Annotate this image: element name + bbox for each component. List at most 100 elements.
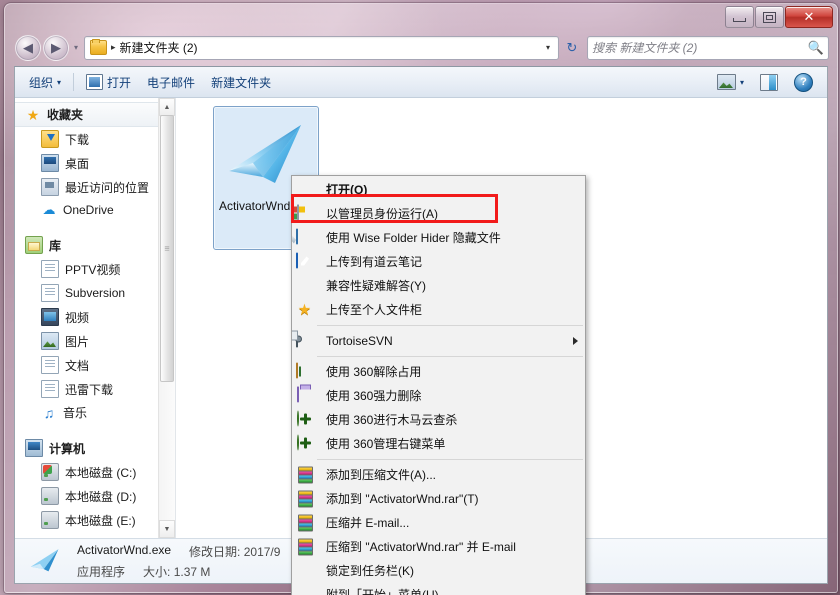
winrar-icon	[296, 466, 313, 484]
winrar-icon	[296, 538, 313, 556]
menu-item-360-trojan-scan[interactable]: 使用 360进行木马云查杀	[292, 408, 585, 432]
menu-item-label: 使用 360进行木马云查杀	[326, 413, 458, 427]
details-file-type: 应用程序	[77, 564, 126, 579]
details-modified: 修改日期: 2017/9	[189, 543, 280, 560]
menu-item-360-unlock[interactable]: 使用 360解除占用	[292, 360, 585, 384]
music-icon: ♫	[43, 404, 55, 421]
search-icon: 🔍	[807, 39, 824, 55]
menu-item-pin-to-taskbar[interactable]: 锁定到任务栏(K)	[292, 559, 585, 583]
menu-item-tortoisesvn[interactable]: TortoiseSVN	[292, 329, 585, 353]
menu-item-360-manage-context-menu[interactable]: 使用 360管理右键菜单	[292, 432, 585, 456]
sidebar-item-label: 桌面	[65, 156, 90, 171]
menu-item-run-as-administrator[interactable]: 以管理员身份运行(A)	[292, 202, 585, 226]
menu-item-360-force-delete[interactable]: 使用 360强力删除	[292, 384, 585, 408]
sidebar-item-pptv[interactable]: PPTV视频	[15, 257, 175, 281]
maximize-button[interactable]	[755, 6, 784, 28]
open-button[interactable]: 打开	[78, 71, 139, 94]
sidebar-item-label: 视频	[65, 310, 90, 325]
sidebar-item-subversion[interactable]: Subversion	[15, 281, 175, 305]
help-button[interactable]: ?	[786, 70, 821, 95]
sidebar-item-label: 本地磁盘 (C:)	[65, 465, 137, 480]
menu-item-label: 使用 360解除占用	[326, 365, 422, 379]
sidebar-item-pictures[interactable]: 图片	[15, 329, 175, 353]
breadcrumb-path[interactable]: 新建文件夹 (2)	[120, 39, 198, 56]
sidebar-item-thunder-downloads[interactable]: 迅雷下载	[15, 377, 175, 401]
navigation-scrollbar[interactable]: ▲ ▼	[158, 98, 175, 538]
change-view-button[interactable]: ▾	[709, 71, 752, 93]
sidebar-item-videos[interactable]: 视频	[15, 305, 175, 329]
sidebar-item-drive-c[interactable]: 本地磁盘 (C:)	[15, 460, 175, 484]
recent-places-icon	[41, 178, 59, 196]
address-dropdown-icon[interactable]: ▾	[540, 43, 556, 52]
system-drive-icon	[41, 463, 59, 481]
details-size-value: 1.37 M	[173, 564, 211, 579]
sidebar-group-computer[interactable]: 计算机	[15, 436, 175, 460]
forward-button[interactable]: ▶	[43, 34, 69, 61]
menu-item-upload-personal-cabinet[interactable]: ★ 上传至个人文件柜	[292, 298, 585, 322]
sidebar-item-label: 最近访问的位置	[65, 180, 150, 195]
star-upload-icon: ★	[297, 301, 312, 319]
preview-pane-button[interactable]	[752, 71, 786, 94]
search-input-placeholder[interactable]: 搜索 新建文件夹 (2)	[592, 39, 808, 56]
sidebar-item-label: 本地磁盘 (D:)	[65, 489, 137, 504]
desktop-icon	[41, 154, 59, 172]
details-modified-label: 修改日期:	[189, 544, 241, 559]
minimize-button[interactable]	[725, 6, 754, 28]
refresh-button[interactable]: ↻	[561, 37, 583, 59]
sidebar-group-favorites[interactable]: ★ 收藏夹	[15, 102, 175, 127]
details-size: 大小: 1.37 M	[143, 563, 210, 580]
sidebar-item-label: 本地磁盘 (E:)	[65, 513, 136, 528]
email-label: 电子邮件	[147, 75, 196, 90]
menu-item-upload-youdao[interactable]: 上传到有道云笔记	[292, 250, 585, 274]
sidebar-item-label: 下载	[65, 132, 90, 147]
preview-pane-icon	[760, 73, 778, 91]
winrar-icon	[296, 490, 313, 508]
360-scan-icon	[296, 434, 313, 453]
menu-item-pin-to-start-menu[interactable]: 附到「开始」菜单(U)	[292, 583, 585, 595]
sidebar-item-recent-places[interactable]: 最近访问的位置	[15, 175, 175, 199]
organize-button[interactable]: 组织 ▾	[21, 71, 69, 94]
sidebar-group-libraries[interactable]: 库	[15, 233, 175, 257]
menu-item-wise-folder-hider[interactable]: 使用 Wise Folder Hider 隐藏文件	[292, 226, 585, 250]
tortoise-icon	[296, 331, 313, 350]
menu-item-compress-and-email[interactable]: 压缩并 E-mail...	[292, 511, 585, 535]
details-line-2: 应用程序 大小: 1.37 M	[77, 563, 280, 580]
menu-item-label: 使用 360管理右键菜单	[326, 437, 446, 451]
sidebar-item-music[interactable]: ♫ 音乐	[15, 401, 175, 424]
recent-pages-button[interactable]: ▾	[70, 43, 82, 52]
chevron-down-icon: ▾	[73, 43, 78, 52]
menu-item-open[interactable]: 打开(O)	[292, 178, 585, 202]
wise-folder-hider-icon	[296, 228, 313, 247]
scroll-up-button[interactable]: ▲	[159, 98, 175, 116]
close-button[interactable]: ✕	[785, 6, 833, 28]
details-size-label: 大小:	[143, 564, 171, 579]
search-box[interactable]: 搜索 新建文件夹 (2) 🔍	[587, 35, 829, 60]
computer-icon	[25, 439, 43, 457]
menu-item-compatibility-troubleshoot[interactable]: 兼容性疑难解答(Y)	[292, 274, 585, 298]
open-label: 打开	[107, 75, 132, 90]
new-folder-label: 新建文件夹	[211, 75, 272, 90]
sidebar-item-label: 图片	[65, 334, 90, 349]
menu-item-add-to-archive[interactable]: 添加到压缩文件(A)...	[292, 463, 585, 487]
menu-item-compress-named-and-email[interactable]: 压缩到 "ActivatorWnd.rar" 并 E-mail	[292, 535, 585, 559]
menu-separator	[317, 459, 583, 460]
menu-item-label: TortoiseSVN	[326, 334, 393, 348]
email-button[interactable]: 电子邮件	[139, 71, 203, 94]
scrollbar-thumb[interactable]	[160, 115, 174, 382]
sidebar-item-drive-e[interactable]: 本地磁盘 (E:)	[15, 508, 175, 532]
menu-item-add-to-named-archive[interactable]: 添加到 "ActivatorWnd.rar"(T)	[292, 487, 585, 511]
context-menu[interactable]: 打开(O) 以管理员身份运行(A) 使用 Wise Folder Hider 隐…	[291, 175, 586, 595]
new-folder-button[interactable]: 新建文件夹	[203, 71, 279, 94]
back-button[interactable]: ◀	[15, 34, 41, 61]
sidebar-group-label: 收藏夹	[47, 108, 84, 122]
sidebar-item-documents[interactable]: 文档	[15, 353, 175, 377]
scroll-down-button[interactable]: ▼	[159, 520, 175, 538]
sidebar-item-onedrive[interactable]: ☁ OneDrive	[15, 199, 175, 221]
screen: ✕ ◀ ▶ ▾ ▸ 新建文件夹 (2) ▾ ↻ 搜索 新建文件夹 (2) 🔍 组…	[0, 0, 840, 595]
sidebar-item-downloads[interactable]: 下载	[15, 127, 175, 151]
sidebar-item-desktop[interactable]: 桌面	[15, 151, 175, 175]
sidebar-item-label: 迅雷下载	[65, 382, 114, 397]
sidebar-group-label: 计算机	[49, 441, 86, 456]
address-input[interactable]: ▸ 新建文件夹 (2) ▾	[84, 35, 559, 60]
sidebar-item-drive-d[interactable]: 本地磁盘 (D:)	[15, 484, 175, 508]
